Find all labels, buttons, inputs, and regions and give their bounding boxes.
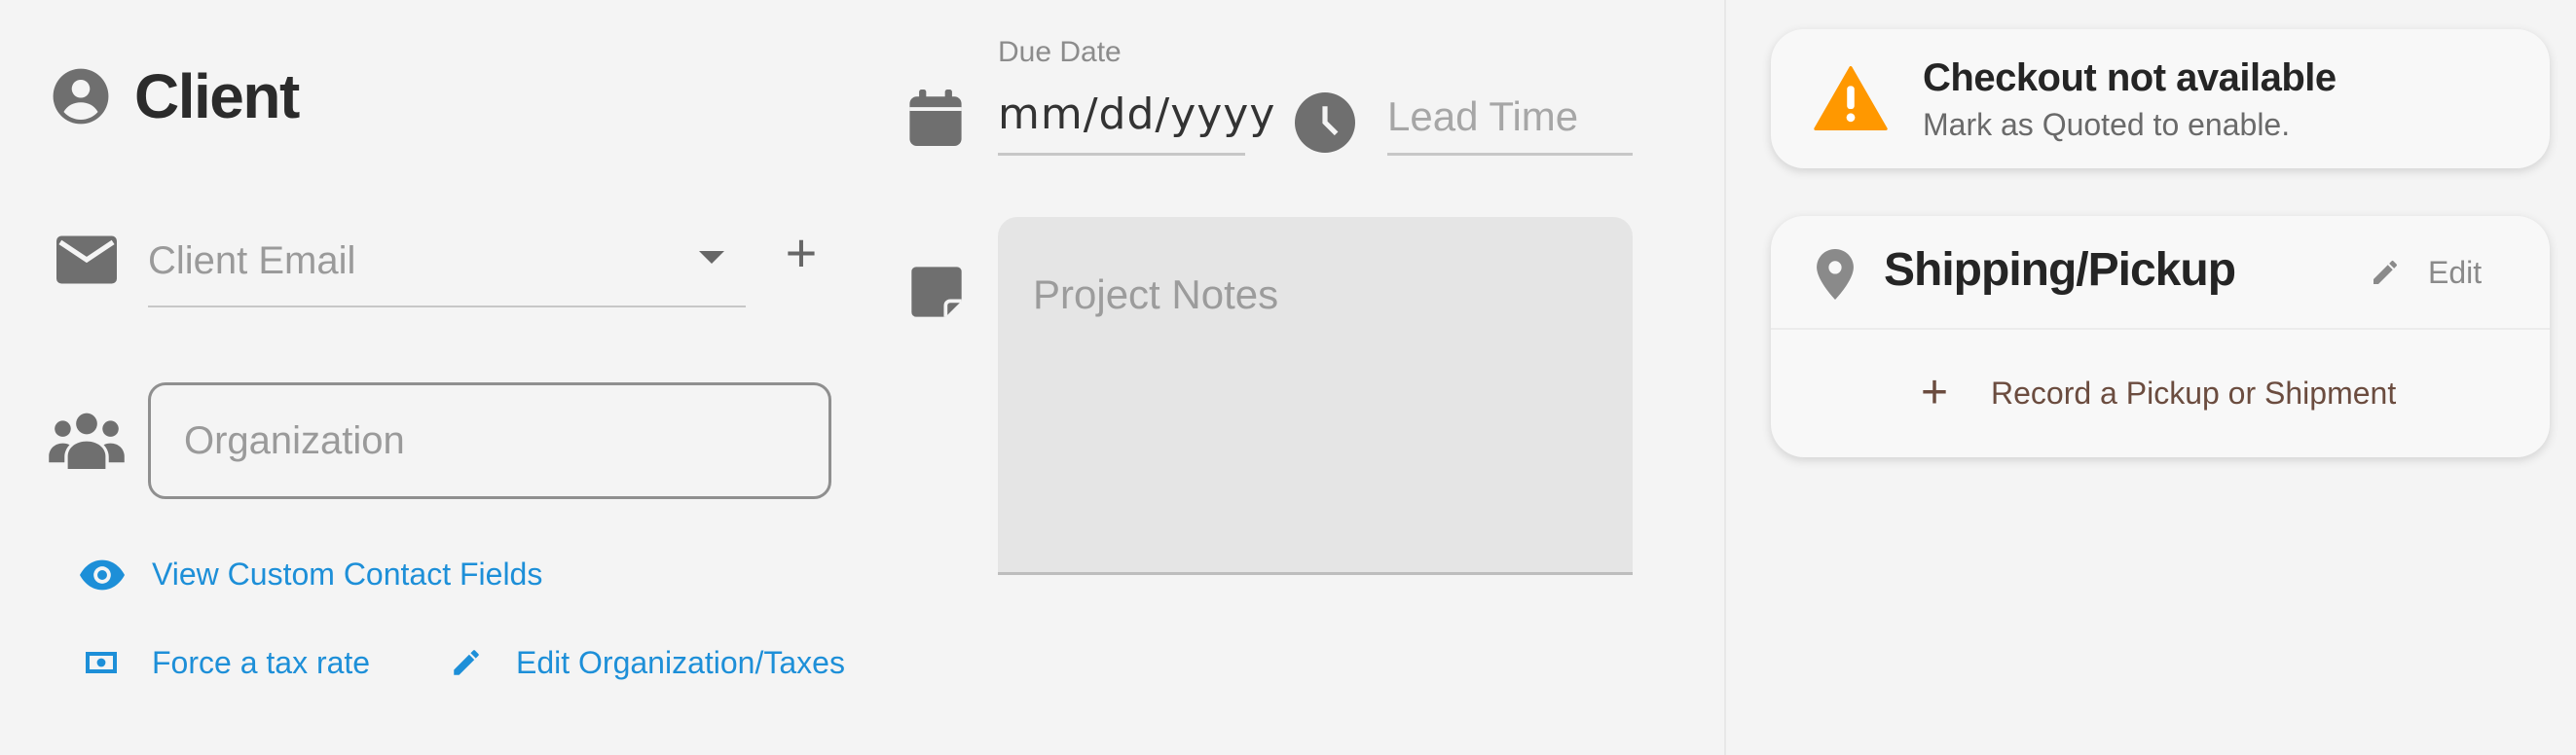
checkout-unavailable-alert: Checkout not available Mark as Quoted to…: [1771, 29, 2550, 168]
view-custom-contact-fields-link[interactable]: View Custom Contact Fields: [152, 557, 542, 593]
card-divider: [1771, 328, 2550, 330]
client-section-header: Client: [51, 60, 300, 132]
chevron-down-icon[interactable]: [699, 251, 724, 264]
shipping-edit-button[interactable]: Edit: [2370, 253, 2482, 292]
calendar-icon: [909, 90, 962, 146]
checkout-alert-message: Mark as Quoted to enable.: [1923, 107, 2291, 142]
shipping-edit-label: Edit: [2428, 254, 2483, 290]
organization-input[interactable]: Organization: [148, 382, 831, 499]
due-date-value: mm/dd/yyyy: [998, 90, 1276, 139]
clock-icon: [1295, 92, 1355, 153]
sticky-note-icon: [911, 267, 962, 317]
pencil-icon: [2374, 260, 2397, 284]
client-email-select[interactable]: Client Email: [148, 226, 746, 307]
project-notes-placeholder: Project Notes: [1033, 271, 1279, 317]
checkout-alert-title: Checkout not available: [1923, 56, 2337, 99]
lead-time-placeholder: Lead Time: [1387, 93, 1579, 139]
add-client-button[interactable]: +: [779, 226, 824, 284]
client-title: Client: [134, 61, 300, 131]
location-pin-icon: [1817, 249, 1854, 300]
eye-icon[interactable]: [80, 559, 125, 591]
shipping-pickup-title: Shipping/Pickup: [1884, 244, 2236, 296]
force-tax-rate-link[interactable]: Force a tax rate: [152, 645, 370, 681]
due-date-label: Due Date: [998, 36, 1122, 68]
warning-icon: [1814, 66, 1888, 130]
group-icon: [49, 413, 125, 469]
pencil-icon[interactable]: [450, 646, 483, 679]
due-date-input[interactable]: mm/dd/yyyy: [998, 86, 1274, 156]
edit-organization-taxes-link[interactable]: Edit Organization/Taxes: [516, 645, 845, 681]
record-pickup-shipment-label: Record a Pickup or Shipment: [1991, 375, 2397, 411]
account-circle-icon: [53, 68, 109, 125]
organization-placeholder: Organization: [184, 419, 405, 462]
lead-time-input[interactable]: Lead Time: [1387, 86, 1633, 156]
shipping-pickup-card: Shipping/Pickup Edit + Record a Pickup o…: [1771, 216, 2550, 457]
client-email-placeholder: Client Email: [148, 239, 356, 282]
money-icon[interactable]: [86, 652, 117, 673]
project-notes-textarea[interactable]: Project Notes: [998, 217, 1633, 575]
order-details-page: Client Client Email + Organization View …: [0, 0, 2576, 755]
record-pickup-shipment-button[interactable]: + Record a Pickup or Shipment: [1915, 367, 2397, 418]
envelope-icon: [56, 235, 117, 284]
plus-icon: +: [1920, 367, 1949, 418]
